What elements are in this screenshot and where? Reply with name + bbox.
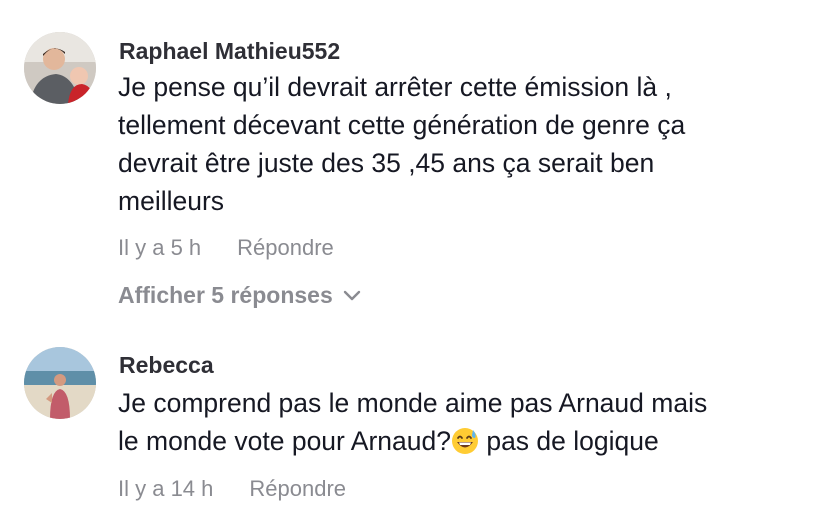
view-replies-button[interactable]: Afficher 5 réponses (118, 282, 361, 309)
comment-text-segment: le monde vote pour Arnaud? (118, 426, 451, 456)
view-replies-label: Afficher 5 réponses (118, 282, 333, 308)
comment-text-line: tellement décevant cette génération de g… (118, 110, 686, 140)
reply-button[interactable]: Répondre (249, 476, 346, 502)
comment-text-segment: pas de logique (478, 426, 659, 456)
comment-text-line: le monde vote pour Arnaud? pas de logiqu… (118, 422, 808, 460)
comment-username[interactable]: Rebecca (119, 352, 214, 379)
comment-text: Je pense qu’il devrait arrêter cette émi… (118, 68, 808, 220)
comment-text-line: Je comprend pas le monde aime pas Arnaud… (118, 388, 708, 418)
comment-username[interactable]: Raphael Mathieu552 (119, 38, 340, 65)
reply-button[interactable]: Répondre (237, 235, 334, 261)
comment-text: Je comprend pas le monde aime pas Arnaud… (118, 384, 808, 460)
grinning-sweat-emoji-icon (451, 427, 479, 455)
comment-meta: Il y a 5 h Répondre (118, 235, 334, 261)
comment-meta: Il y a 14 h Répondre (118, 476, 346, 502)
comment-text-line: devrait être juste des 35 ,45 ans ça ser… (118, 148, 655, 178)
comment-timestamp: Il y a 14 h (118, 476, 214, 501)
avatar[interactable] (24, 347, 96, 419)
avatar[interactable] (24, 32, 96, 104)
comment-timestamp: Il y a 5 h (118, 235, 202, 260)
comment-text-line: meilleurs (118, 186, 225, 216)
comment-text-line: Je pense qu’il devrait arrêter cette émi… (118, 72, 672, 102)
chevron-down-icon (343, 290, 361, 302)
